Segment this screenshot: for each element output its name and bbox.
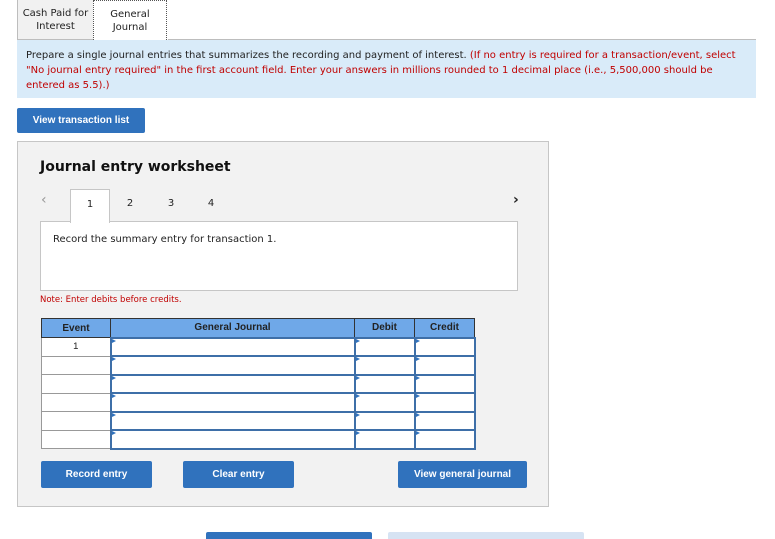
journal-table-header: Event General Journal Debit Credit [41, 318, 475, 338]
credit-input[interactable] [413, 336, 476, 357]
credit-input[interactable] [413, 392, 476, 413]
account-select[interactable] [109, 410, 356, 431]
transaction-description-box: Record the summary entry for transaction… [40, 221, 518, 291]
credit-input[interactable] [413, 373, 476, 394]
event-cell [41, 392, 111, 412]
account-select[interactable] [109, 373, 356, 394]
credit-input[interactable] [413, 410, 476, 431]
transaction-description: Record the summary entry for transaction… [53, 234, 277, 245]
instruction-text: Prepare a single journal entries that su… [26, 50, 467, 61]
debit-input[interactable] [353, 410, 416, 431]
table-row [41, 429, 476, 450]
event-cell: 1 [41, 337, 111, 357]
page-tab-1[interactable]: 1 [70, 189, 110, 223]
event-cell [41, 411, 111, 431]
table-row: 1 [41, 336, 476, 357]
page-root: Cash Paid for Interest General Journal P… [0, 0, 775, 539]
account-select[interactable] [109, 355, 356, 376]
credit-input[interactable] [413, 355, 476, 376]
event-cell [41, 429, 111, 449]
header-credit: Credit [414, 318, 475, 338]
debit-input[interactable] [353, 429, 416, 450]
debit-input[interactable] [353, 355, 416, 376]
record-entry-button[interactable]: Record entry [41, 461, 152, 488]
header-debit: Debit [354, 318, 415, 338]
page-tab-2[interactable]: 2 [110, 189, 150, 222]
tab-general-journal[interactable]: General Journal [93, 0, 167, 40]
chevron-right-icon[interactable]: › [513, 192, 519, 208]
view-general-journal-button[interactable]: View general journal [398, 461, 527, 488]
header-event: Event [41, 318, 111, 338]
journal-table: Event General Journal Debit Credit 1 [41, 318, 476, 450]
account-select[interactable] [109, 336, 356, 357]
tab-cash-paid-for-interest[interactable]: Cash Paid for Interest [17, 0, 94, 40]
chevron-left-icon[interactable]: ‹ [41, 192, 47, 208]
account-select[interactable] [109, 429, 356, 450]
instruction-box: Prepare a single journal entries that su… [17, 40, 756, 98]
debit-input[interactable] [353, 373, 416, 394]
page-tab-3[interactable]: 3 [151, 189, 191, 222]
table-row [41, 373, 476, 394]
debit-input[interactable] [353, 336, 416, 357]
table-row [41, 392, 476, 413]
journal-entry-worksheet-panel: Journal entry worksheet ‹ 1 2 3 4 › Reco… [17, 141, 549, 507]
worksheet-title: Journal entry worksheet [40, 159, 231, 175]
table-row [41, 410, 476, 431]
bottom-secondary-button-partial[interactable] [388, 532, 584, 539]
event-cell [41, 355, 111, 375]
credit-input[interactable] [413, 429, 476, 450]
debit-input[interactable] [353, 392, 416, 413]
page-tab-4[interactable]: 4 [191, 189, 231, 222]
debit-credit-note: Note: Enter debits before credits. [40, 295, 182, 305]
header-general-journal: General Journal [110, 318, 355, 338]
bottom-primary-button-partial[interactable] [206, 532, 372, 539]
tab-bar: Cash Paid for Interest General Journal [17, 0, 167, 40]
clear-entry-button[interactable]: Clear entry [183, 461, 294, 488]
account-select[interactable] [109, 392, 356, 413]
table-row [41, 355, 476, 376]
view-transaction-list-button[interactable]: View transaction list [17, 108, 145, 133]
event-cell [41, 374, 111, 394]
